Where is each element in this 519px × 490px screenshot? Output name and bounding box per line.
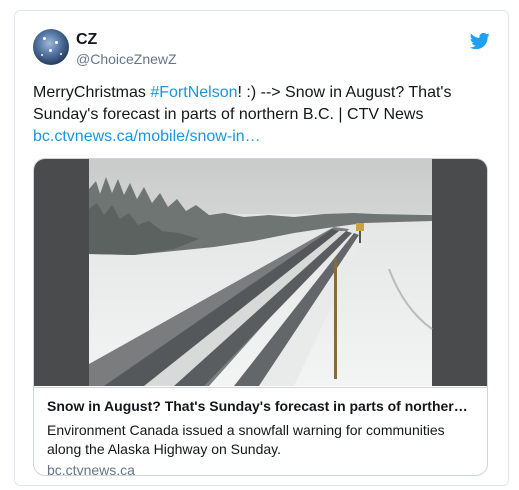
link-card-description: Environment Canada issued a snowfall war… <box>47 422 445 457</box>
tweet-card[interactable]: CZ @ChoiceZnewZ MerryChristmas #FortNels… <box>14 10 509 486</box>
user-name[interactable]: CZ <box>76 31 97 49</box>
link-card-domain: bc.ctvnews.ca <box>47 462 135 476</box>
tweet-link[interactable]: bc.ctvnews.ca/mobile/snow-in… <box>33 128 261 145</box>
tweet-text-start: MerryChristmas <box>33 84 151 101</box>
user-handle[interactable]: @ChoiceZnewZ <box>76 51 177 67</box>
link-card-title[interactable]: Snow in August? That's Sunday's forecast… <box>47 398 468 414</box>
tweet-text: MerryChristmas #FortNelson! :) --> Snow … <box>33 82 493 148</box>
snowy-highway-photo <box>34 159 487 386</box>
link-card[interactable]: Snow in August? That's Sunday's forecast… <box>33 158 488 476</box>
twitter-bird-icon[interactable] <box>470 31 490 51</box>
avatar[interactable] <box>33 29 69 65</box>
hashtag-fortnelson[interactable]: #FortNelson <box>150 84 237 101</box>
link-card-info[interactable]: Snow in August? That's Sunday's forecast… <box>34 387 487 476</box>
